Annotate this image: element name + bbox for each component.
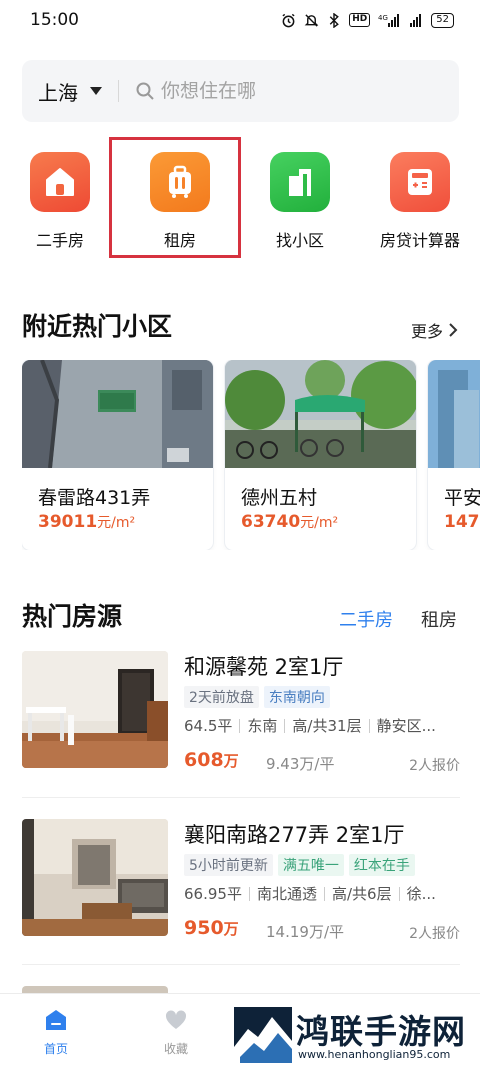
listing-title: 和源馨苑 2室1厅 <box>184 655 344 679</box>
watermark: 鸿联手游网 www.henanhonglian95.com <box>232 1005 472 1063</box>
alarm-icon <box>280 12 296 28</box>
calculator-icon <box>390 152 450 212</box>
listing-attributes: 64.5平 东南 高/共31层 静安区... <box>184 717 443 735</box>
watermark-logo <box>234 1007 292 1063</box>
listing-title: 襄阳南路277弄 2室1厅 <box>184 823 405 847</box>
nav-favorites[interactable]: 收藏 <box>141 1008 211 1057</box>
attr: 66.95平 <box>184 885 242 903</box>
quick-nav-community[interactable]: 找小区 <box>250 152 350 251</box>
search-bar: 上海 <box>22 60 459 122</box>
search-input[interactable] <box>161 80 421 102</box>
attr: 高/共31层 <box>284 719 368 734</box>
price-value: 39011 <box>38 512 98 532</box>
search-icon <box>136 82 154 100</box>
attr: 高/共6层 <box>323 887 399 902</box>
status-icons: HD 4G 52 <box>280 12 454 28</box>
community-card[interactable]: 德州五村 63740元/m² <box>225 360 416 550</box>
status-time: 15:00 <box>30 10 79 30</box>
listing-price: 608万 <box>184 749 239 771</box>
mute-bell-icon <box>303 12 319 28</box>
price-value: 950 <box>184 917 224 939</box>
svg-text:4G: 4G <box>378 14 388 22</box>
quick-nav-label: 房贷计算器 <box>379 231 460 250</box>
home-icon <box>46 1010 66 1030</box>
tag: 红本在手 <box>348 854 415 876</box>
listing-item[interactable]: 和源馨苑 2室1厅 2天前放盘 东南朝向 64.5平 东南 高/共31层 静安区… <box>22 651 460 791</box>
watermark-title: 鸿联手游网 <box>296 1012 466 1051</box>
price-value: 608 <box>184 749 224 771</box>
attr: 64.5平 <box>184 717 233 735</box>
hot-section-title: 热门房源 <box>22 602 123 631</box>
nav-label: 收藏 <box>163 1042 188 1056</box>
listing-tags: 5小时前更新 满五唯一 红本在手 <box>184 854 415 876</box>
heart-icon <box>165 1010 187 1029</box>
city-label: 上海 <box>38 80 78 105</box>
bluetooth-icon <box>326 12 342 28</box>
listing-quotes: 2人报价 <box>409 926 460 942</box>
caret-down-icon <box>90 87 102 95</box>
tag: 5小时前更新 <box>184 854 273 876</box>
listing-item[interactable]: 襄阳南路277弄 2室1厅 5小时前更新 满五唯一 红本在手 66.95平 南北… <box>22 819 460 959</box>
tab-rent[interactable]: 租房 <box>421 606 457 632</box>
building-icon <box>270 152 330 212</box>
city-selector[interactable]: 上海 <box>38 77 102 106</box>
more-label: 更多 <box>410 322 443 341</box>
community-photo <box>225 360 416 468</box>
listing-quotes: 2人报价 <box>409 758 460 774</box>
status-bar: 15:00 HD 4G 52 <box>0 0 480 44</box>
quick-nav-second-hand[interactable]: 二手房 <box>10 152 110 251</box>
listing-tags: 2天前放盘 东南朝向 <box>184 686 330 708</box>
tab-second-hand[interactable]: 二手房 <box>339 606 393 632</box>
price-unit: 元/m² <box>97 515 136 531</box>
attr: 徐... <box>398 887 443 902</box>
nearby-section-title: 附近热门小区 <box>22 312 173 341</box>
community-price: 39011元/m² <box>38 512 135 532</box>
quick-nav-label: 二手房 <box>35 231 84 250</box>
tag: 2天前放盘 <box>184 686 259 708</box>
listing-price: 950万 <box>184 917 239 939</box>
chevron-right-icon <box>449 323 458 337</box>
community-price: 63740元/m² <box>241 512 338 532</box>
community-photo <box>22 360 213 468</box>
community-name: 德州五村 <box>241 487 318 509</box>
nav-home[interactable]: 首页 <box>21 1008 91 1057</box>
price-unit: 万 <box>223 752 239 770</box>
house-icon <box>30 152 90 212</box>
tag: 东南朝向 <box>263 686 330 708</box>
attr: 东南 <box>239 719 284 734</box>
more-link[interactable]: 更多 <box>411 318 458 342</box>
search-divider <box>118 80 119 102</box>
listing-photo <box>22 651 168 768</box>
quick-nav-label: 找小区 <box>275 231 324 250</box>
signal-2-icon <box>408 12 424 28</box>
listing-attributes: 66.95平 南北通透 高/共6层 徐... <box>184 885 443 903</box>
listing-unit-price: 14.19万/平 <box>266 923 344 941</box>
listing-photo <box>22 819 168 936</box>
hd-icon: HD <box>349 13 371 27</box>
community-name: 春雷路431弄 <box>38 487 151 509</box>
battery-icon: 52 <box>431 12 454 28</box>
nav-label: 首页 <box>43 1042 68 1056</box>
listing-unit-price: 9.43万/平 <box>266 755 335 773</box>
attr: 静安区... <box>368 719 443 734</box>
community-name: 平安 <box>444 487 480 509</box>
price-unit: 万 <box>223 920 239 938</box>
watermark-url: www.henanhonglian95.com <box>298 1048 451 1061</box>
price-value: 63740 <box>241 512 301 532</box>
highlight-annotation-box <box>109 137 241 258</box>
community-price: 147 <box>444 512 480 532</box>
signal-icon: 4G <box>377 12 401 28</box>
price-unit: 元/m² <box>300 515 339 531</box>
attr: 南北通透 <box>248 887 324 902</box>
quick-nav-calculator[interactable]: 房贷计算器 <box>370 152 470 251</box>
community-card[interactable]: 平安 147 <box>428 360 480 550</box>
price-value: 147 <box>444 512 480 532</box>
tag: 满五唯一 <box>277 854 344 876</box>
divider <box>22 797 460 798</box>
community-card[interactable]: 春雷路431弄 39011元/m² <box>22 360 213 550</box>
divider <box>22 964 460 965</box>
nearby-cards: 春雷路431弄 39011元/m² 德州五村 63740元/m² 平安 147 <box>22 360 480 550</box>
community-photo <box>428 360 480 468</box>
